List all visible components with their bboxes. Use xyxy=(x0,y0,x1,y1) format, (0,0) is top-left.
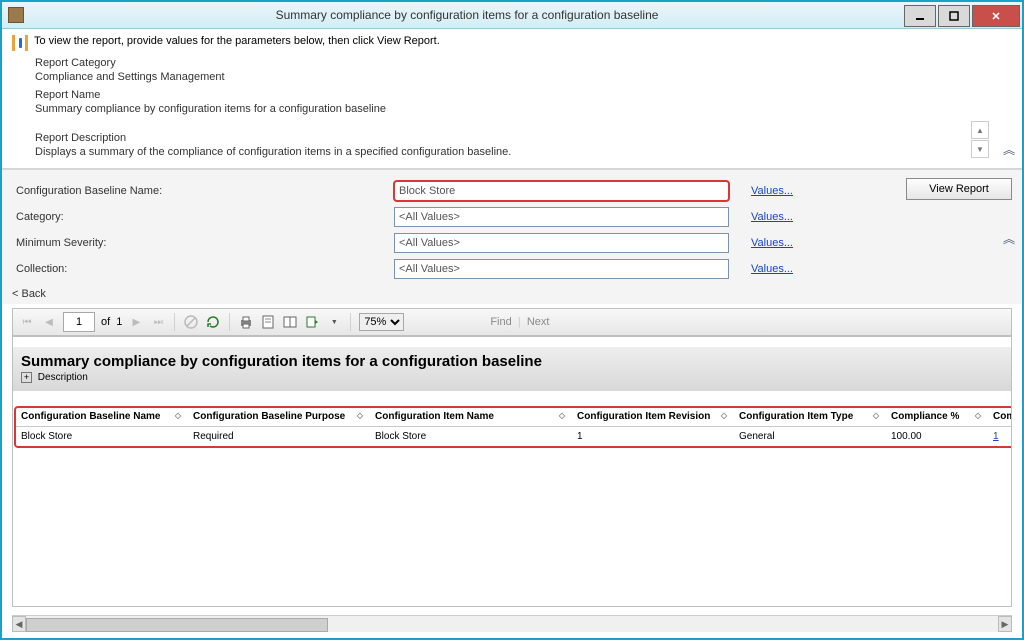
param-input-baseline[interactable] xyxy=(394,181,729,201)
cell-revision: 1 xyxy=(571,427,733,447)
info-panel: To view the report, provide values for t… xyxy=(2,29,1022,168)
page-setup-icon[interactable] xyxy=(282,314,298,330)
params-table: Configuration Baseline Name: Values... C… xyxy=(12,178,797,282)
last-page-icon[interactable]: ⏭ xyxy=(150,314,166,330)
report-category-label: Report Category xyxy=(35,57,1012,69)
param-input-collection[interactable] xyxy=(394,259,729,279)
spin-buttons[interactable]: ▲ ▼ xyxy=(971,121,989,158)
param-label-severity: Minimum Severity: xyxy=(12,230,390,256)
values-link-baseline[interactable]: Values... xyxy=(751,185,793,197)
window-buttons: ✕ xyxy=(904,3,1022,27)
toolbar-sep2 xyxy=(229,313,230,331)
next-page-icon[interactable]: ▶ xyxy=(128,314,144,330)
report-toolbar: ⏮ ◀ of 1 ▶ ⏭ xyxy=(12,308,1012,336)
toolbar-sep xyxy=(174,313,175,331)
page-of-label: of xyxy=(101,316,110,328)
page-number-input[interactable] xyxy=(63,312,95,332)
total-pages: 1 xyxy=(116,316,122,328)
scroll-left-icon[interactable]: ◀ xyxy=(12,616,26,632)
col-item-type[interactable]: Configuration Item Type◇ xyxy=(733,407,885,427)
col-baseline-purpose[interactable]: Configuration Baseline Purpose◇ xyxy=(187,407,369,427)
cell-purpose: Required xyxy=(187,427,369,447)
parameters-panel: Configuration Baseline Name: Values... C… xyxy=(2,169,1022,304)
table-row: Block Store Required Block Store 1 Gener… xyxy=(15,427,1012,447)
col-item-name[interactable]: Configuration Item Name◇ xyxy=(369,407,571,427)
report-title-bar: Summary compliance by configuration item… xyxy=(13,347,1012,391)
param-input-category[interactable] xyxy=(394,207,729,227)
stop-icon[interactable] xyxy=(183,314,199,330)
report-name-label: Report Name xyxy=(35,89,1012,101)
report-desc-toggle-label: Description xyxy=(38,372,88,383)
next-link[interactable]: Next xyxy=(527,316,550,328)
print-icon[interactable] xyxy=(238,314,254,330)
titlebar: Summary compliance by configuration item… xyxy=(2,2,1022,29)
export-icon[interactable] xyxy=(304,314,320,330)
spin-down-icon[interactable]: ▼ xyxy=(971,140,989,158)
col-compliance-pct[interactable]: Compliance %◇ xyxy=(885,407,987,427)
param-label-category: Category: xyxy=(12,204,390,230)
window-title: Summary compliance by configuration item… xyxy=(30,8,904,22)
print-layout-icon[interactable] xyxy=(260,314,276,330)
results-table: Configuration Baseline Name◇ Configurati… xyxy=(15,407,1012,447)
cell-item: Block Store xyxy=(369,427,571,447)
values-link-collection[interactable]: Values... xyxy=(751,263,793,275)
zoom-select[interactable]: 75% xyxy=(359,313,404,331)
report-desc-label: Report Description xyxy=(35,132,965,144)
back-link[interactable]: < Back xyxy=(12,288,832,300)
report-category-value: Compliance and Settings Management xyxy=(35,71,1012,83)
intro-text: To view the report, provide values for t… xyxy=(34,35,440,47)
params-collapse-chevron-icon[interactable]: ︽ xyxy=(1003,230,1012,247)
export-dropdown-icon[interactable]: ▼ xyxy=(326,314,342,330)
cell-type: General xyxy=(733,427,885,447)
cell-compliant-link[interactable]: 1 xyxy=(993,431,999,442)
report-viewer[interactable]: Summary compliance by configuration item… xyxy=(12,336,1012,607)
col-compliant[interactable]: Compliant◇ xyxy=(987,407,1012,427)
first-page-icon[interactable]: ⏮ xyxy=(19,314,35,330)
minimize-button[interactable] xyxy=(904,5,936,27)
values-link-severity[interactable]: Values... xyxy=(751,237,793,249)
report-pane: Summary compliance by configuration item… xyxy=(13,337,1012,447)
report-name-value: Summary compliance by configuration item… xyxy=(35,103,1012,115)
toolbar-sep3 xyxy=(350,313,351,331)
find-next-group: Find | Next xyxy=(490,316,549,328)
prev-page-icon[interactable]: ◀ xyxy=(41,314,57,330)
collapse-chevron-icon[interactable]: ︽ xyxy=(1003,141,1012,158)
expand-description-icon[interactable]: + xyxy=(21,372,32,383)
scroll-right-icon[interactable]: ▶ xyxy=(998,616,1012,632)
report-title: Summary compliance by configuration item… xyxy=(21,353,1012,370)
close-button[interactable]: ✕ xyxy=(972,5,1020,27)
table-header-row: Configuration Baseline Name◇ Configurati… xyxy=(15,407,1012,427)
values-link-category[interactable]: Values... xyxy=(751,211,793,223)
body: To view the report, provide values for t… xyxy=(2,29,1022,638)
find-link[interactable]: Find xyxy=(490,316,511,328)
param-input-severity[interactable] xyxy=(394,233,729,253)
col-baseline-name[interactable]: Configuration Baseline Name◇ xyxy=(15,407,187,427)
param-label-baseline: Configuration Baseline Name: xyxy=(12,178,390,204)
maximize-button[interactable] xyxy=(938,5,970,27)
info-icon xyxy=(12,35,28,51)
spin-up-icon[interactable]: ▲ xyxy=(971,121,989,139)
param-label-collection: Collection: xyxy=(12,256,390,282)
col-item-revision[interactable]: Configuration Item Revision◇ xyxy=(571,407,733,427)
app-icon xyxy=(8,7,24,23)
cell-compliance: 100.00 xyxy=(885,427,987,447)
cell-baseline: Block Store xyxy=(15,427,187,447)
horizontal-scrollbar[interactable]: ◀ ▶ xyxy=(12,615,1012,632)
scroll-thumb[interactable] xyxy=(26,618,328,632)
view-report-button[interactable]: View Report xyxy=(906,178,1012,200)
refresh-icon[interactable] xyxy=(205,314,221,330)
app-window: Summary compliance by configuration item… xyxy=(0,0,1024,640)
report-desc-value: Displays a summary of the compliance of … xyxy=(35,146,965,158)
